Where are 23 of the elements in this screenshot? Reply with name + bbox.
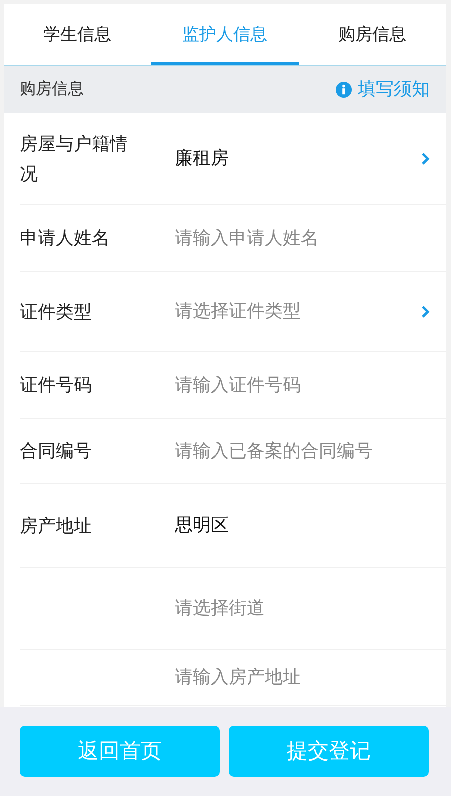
info-icon bbox=[336, 82, 352, 98]
field-label: 证件类型 bbox=[20, 300, 93, 324]
submit-button[interactable]: 提交登记 bbox=[229, 726, 429, 777]
input-field[interactable]: 请输入证件号码 bbox=[175, 372, 430, 398]
back-home-button[interactable]: 返回首页 bbox=[20, 726, 220, 777]
chevron-right-icon bbox=[421, 304, 430, 318]
input-field[interactable]: 请输入申请人姓名 bbox=[175, 224, 430, 252]
chevron-right-icon bbox=[421, 152, 430, 166]
input-field[interactable]: 请输入房产地址 bbox=[175, 664, 430, 691]
picker-field[interactable]: 请选择街道 bbox=[175, 595, 430, 622]
tab[interactable]: 学生信息 bbox=[4, 4, 152, 65]
select-field[interactable]: 请选择证件类型 bbox=[175, 298, 421, 325]
notice-link[interactable]: 填写须知 bbox=[336, 76, 430, 103]
field-label: 房产地址 bbox=[20, 514, 93, 538]
field-label: 申请人姓名 bbox=[20, 227, 111, 250]
field-label: 房屋与户籍情况 bbox=[20, 132, 129, 186]
tab[interactable]: 购房信息 bbox=[298, 4, 446, 65]
field-label: 证件号码 bbox=[20, 374, 93, 397]
input-field[interactable]: 请输入已备案的合同编号 bbox=[175, 438, 430, 464]
select-field[interactable]: 廉租房 bbox=[175, 145, 421, 172]
section-title: 购房信息 bbox=[20, 80, 84, 100]
field-label: 合同编号 bbox=[20, 440, 93, 463]
picker-field[interactable]: 思明区 bbox=[175, 512, 430, 539]
